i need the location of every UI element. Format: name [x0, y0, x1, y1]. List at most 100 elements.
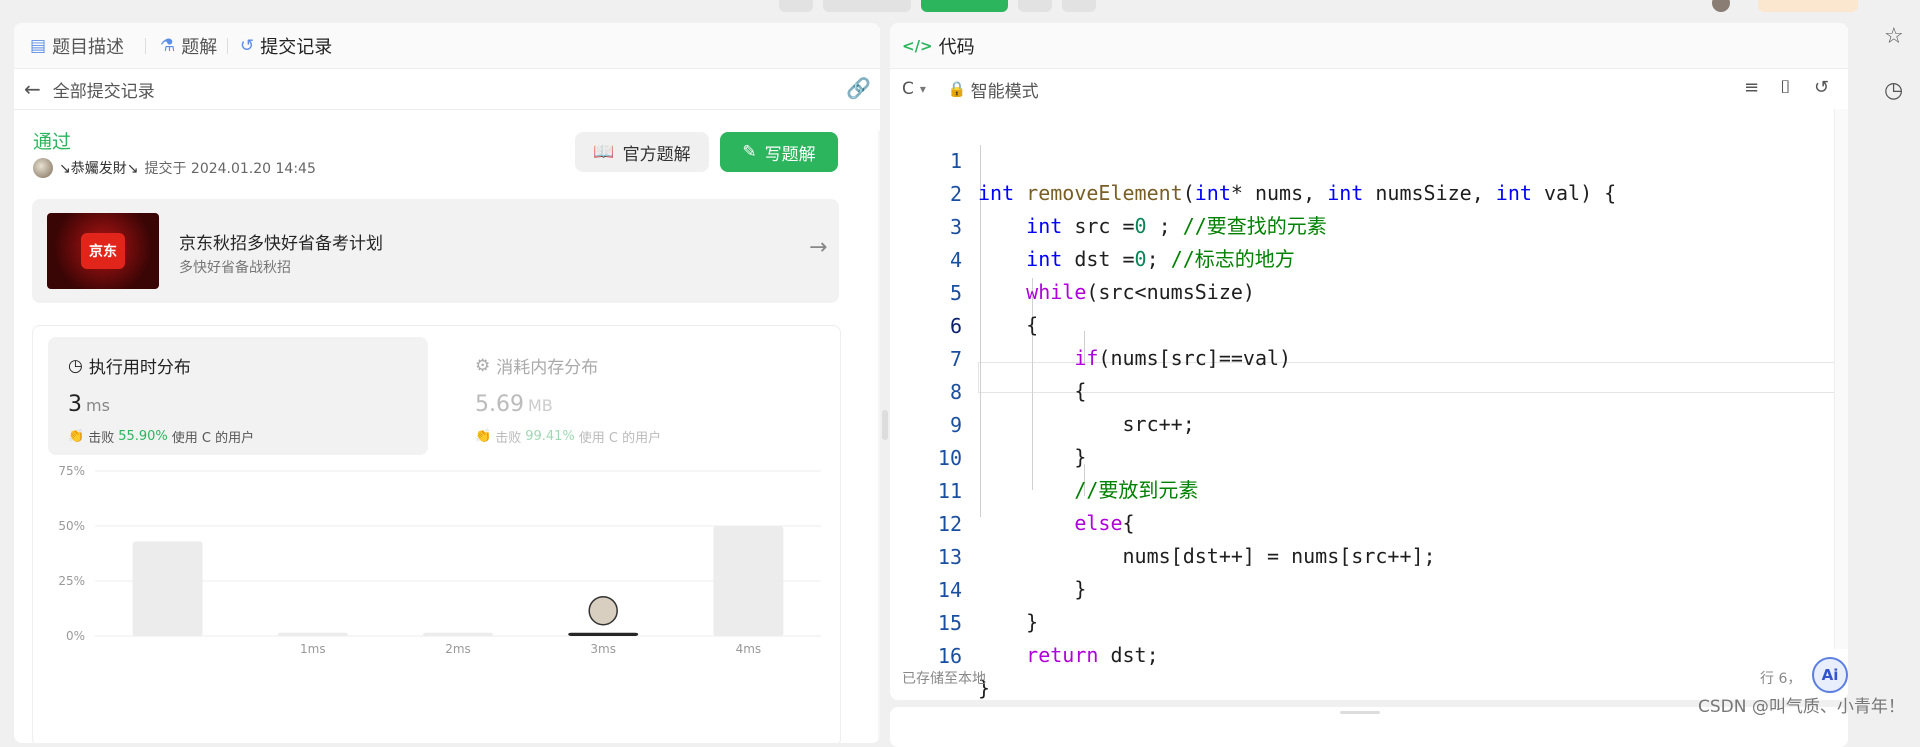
y-tick-label: 25%	[58, 574, 85, 588]
toolbar-button[interactable]	[1018, 0, 1052, 12]
y-tick-label: 75%	[58, 466, 85, 478]
runtime-beat: 👏 击败 55.90% 使用 C 的用户	[68, 429, 255, 446]
scrollbar[interactable]: ▲	[878, 131, 880, 743]
code-line: 13 }	[937, 545, 1087, 601]
code-line: 15 return dst;	[937, 611, 1159, 667]
tab-submissions[interactable]: ↺ 提交记录	[240, 34, 332, 58]
jd-logo: 京东	[81, 233, 125, 269]
code-line: 2 int src =0 ; //要查找的元素	[949, 182, 1327, 238]
avatar[interactable]	[33, 158, 53, 178]
y-tick-label: 0%	[66, 629, 85, 643]
language-select[interactable]: C	[902, 79, 914, 99]
ad-title: 京东秋招多快好省备考计划	[179, 234, 383, 254]
code-line: 3 int dst =0; //标志的地方	[949, 215, 1295, 271]
code-line: 16 }	[937, 644, 991, 700]
tab-divider	[227, 38, 228, 54]
submission-status: 通过	[33, 131, 72, 153]
ad-image: 京东	[47, 213, 159, 289]
premium-button[interactable]	[1758, 0, 1858, 12]
breadcrumb-label[interactable]: 全部提交记录	[53, 77, 155, 102]
memory-card[interactable]: ⚙ 消耗内存分布 5.69 MB 👏 击败 99.41% 使用 C 的用户	[455, 337, 835, 455]
code-line: 4 while(src<numsSize)	[949, 248, 1255, 304]
chip-icon: ⚙	[475, 355, 491, 376]
code-line: 11 else{	[937, 479, 1135, 535]
mode-label[interactable]: 智能模式	[971, 77, 1039, 102]
save-status: 已存储至本地	[902, 671, 986, 687]
stats-section: ◷ 执行用时分布 3 ms 👏 击败 55.90% 使用 C 的用户 ⚙ 消耗内存…	[32, 325, 841, 743]
chevron-down-icon[interactable]: ▾	[920, 82, 926, 96]
tab-code[interactable]: </> 代码	[902, 34, 975, 58]
runtime-value: 3 ms	[68, 392, 110, 417]
link-icon[interactable]: 🔗	[846, 76, 871, 100]
x-tick-label: 3ms	[590, 642, 616, 656]
toolbar-button[interactable]	[779, 0, 813, 12]
chart-bar[interactable]	[423, 632, 493, 636]
breadcrumb: ← 全部提交记录 🔗	[14, 69, 880, 110]
ad-subtitle: 多快好省备战秋招	[179, 260, 291, 276]
format-icon[interactable]: ≡	[1744, 77, 1759, 98]
lock-icon: 🔒	[947, 80, 967, 98]
submission-author: ↘恭孎发財↘ 提交于 2024.01.20 14:45	[33, 158, 316, 178]
user-avatar-marker	[588, 595, 618, 626]
code-icon: </>	[902, 37, 933, 55]
star-icon[interactable]: ☆	[1884, 24, 1904, 49]
editor-scrollbar[interactable]	[1834, 109, 1848, 649]
top-toolbar	[0, 0, 1860, 14]
code-panel: </> 代码 C ▾ 🔒 智能模式 ≡ ⌷ ↺ 1 int removeElem…	[890, 23, 1848, 700]
reset-icon[interactable]: ↺	[1814, 77, 1829, 98]
tab-description[interactable]: ▤ 题目描述	[30, 34, 124, 58]
watermark: CSDN @叫气质、小青年！	[1698, 697, 1905, 717]
memory-title: 消耗内存分布	[496, 358, 599, 378]
chart-bar-highlight[interactable]	[568, 632, 639, 636]
tab-divider	[145, 38, 146, 54]
clap-icon: 👏	[68, 429, 85, 444]
clock-icon: ◷	[68, 355, 83, 376]
code-line: 9 }	[949, 413, 1087, 469]
avatar[interactable]	[1712, 0, 1730, 12]
back-arrow-icon[interactable]: ←	[24, 77, 41, 101]
official-solution-button[interactable]: 📖 官方题解	[575, 132, 709, 172]
flask-icon: ⚗	[160, 36, 176, 56]
user-name[interactable]: ↘恭孎发財↘	[59, 158, 138, 178]
submit-button[interactable]	[921, 0, 1008, 12]
x-tick-label: 4ms	[736, 642, 762, 656]
ad-banner[interactable]: 京东 京东秋招多快好省备考计划 多快好省备战秋招 →	[32, 199, 839, 303]
memory-beat: 👏 击败 99.41% 使用 C 的用户	[475, 429, 662, 446]
chart-bar[interactable]	[277, 632, 348, 636]
clap-icon: 👏	[475, 429, 492, 444]
runtime-distribution-chart: 75% 50% 25% 0% 1ms 2ms 3ms 4ms	[58, 466, 821, 656]
arrow-right-icon[interactable]: →	[809, 235, 827, 260]
code-line: 7 {	[949, 347, 1087, 403]
code-line: 12 nums[dst++] = nums[src++];	[937, 512, 1436, 568]
chart-bar[interactable]	[132, 541, 203, 636]
code-line: 8 src++;	[949, 380, 1195, 436]
resize-handle[interactable]	[1340, 711, 1380, 714]
code-editor[interactable]: 1 int removeElement(int* nums, int numsS…	[890, 109, 1848, 700]
clock-icon[interactable]: ◷	[1884, 78, 1903, 103]
panel-splitter[interactable]	[882, 410, 888, 440]
code-line: 1 int removeElement(int* nums, int numsS…	[949, 149, 1617, 205]
code-tab-bar: </> 代码	[890, 23, 1848, 69]
run-button[interactable]	[823, 0, 911, 12]
book-icon: 📖	[593, 142, 615, 162]
code-line: 10 //要放到元素	[937, 446, 1199, 502]
runtime-title: 执行用时分布	[88, 358, 191, 378]
cursor-position: 行 6，	[1760, 671, 1802, 687]
history-icon: ↺	[240, 36, 255, 56]
x-tick-label: 1ms	[300, 642, 326, 656]
document-icon: ▤	[30, 36, 47, 56]
code-line: 14 }	[937, 578, 1039, 634]
editor-toolbar: C ▾ 🔒 智能模式 ≡ ⌷ ↺	[890, 69, 1848, 110]
tab-bar: ▤ 题目描述 ⚗ 题解 ↺ 提交记录	[14, 23, 880, 69]
toolbar-button[interactable]	[1062, 0, 1096, 12]
x-tick-label: 2ms	[445, 642, 471, 656]
tab-solutions[interactable]: ⚗ 题解	[160, 34, 217, 58]
edit-icon: ✎	[742, 142, 757, 162]
write-solution-button[interactable]: ✎ 写题解	[720, 132, 838, 172]
chart-bar[interactable]	[713, 526, 784, 636]
bookmark-icon[interactable]: ⌷	[1780, 77, 1791, 98]
y-tick-label: 50%	[58, 519, 85, 533]
code-line: 6 if(nums[src]==val)	[949, 314, 1292, 370]
ai-assistant-button[interactable]: Ai	[1812, 657, 1848, 693]
runtime-card[interactable]: ◷ 执行用时分布 3 ms 👏 击败 55.90% 使用 C 的用户	[48, 337, 428, 455]
